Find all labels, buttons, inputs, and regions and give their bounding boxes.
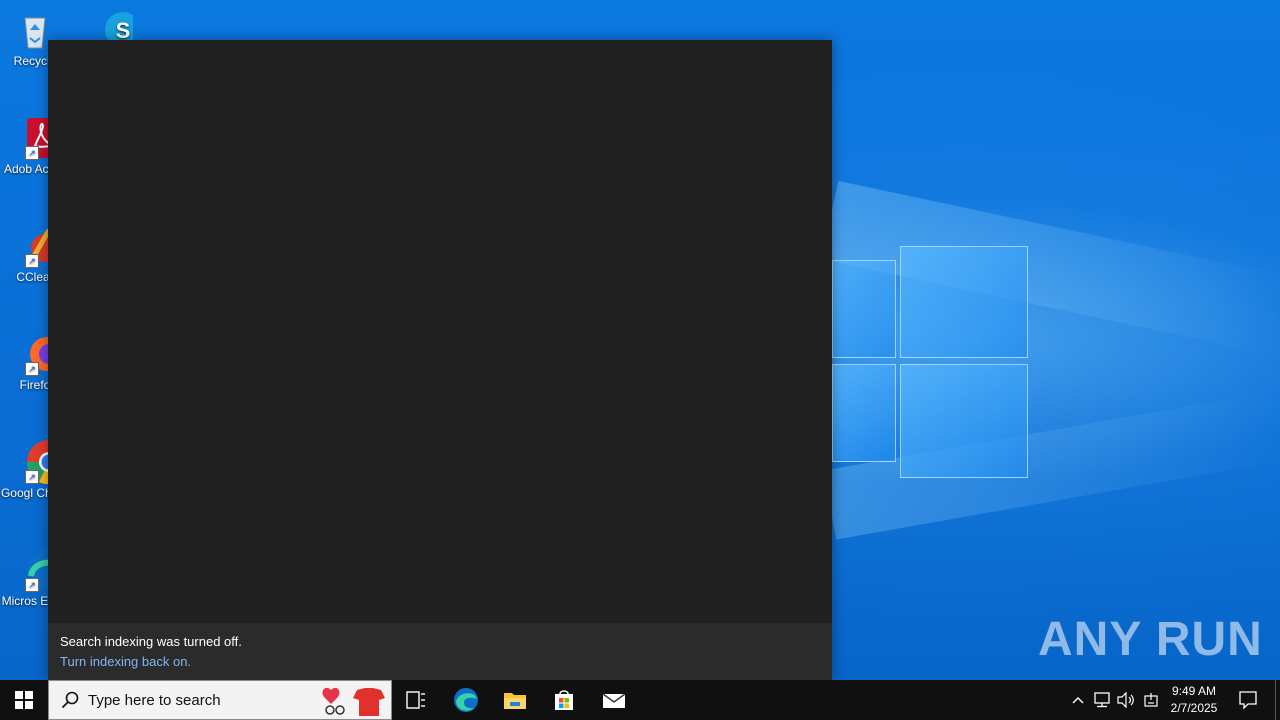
search-highlight-illustration-icon [322,687,385,716]
search-indexing-notice: Search indexing was turned off. Turn ind… [48,623,832,680]
notification-icon [1239,691,1257,709]
input-tray-button[interactable] [1139,680,1163,720]
search-flyout-panel: Search indexing was turned off. Turn ind… [48,40,832,680]
anyrun-watermark: ANY RUN [1038,613,1263,666]
windows-wallpaper-logo [832,242,1032,482]
network-icon [1094,692,1110,708]
taskbar: Type here to search 9:49 AM 2/7/2025 [0,680,1280,720]
start-button[interactable] [0,680,48,720]
shortcut-arrow-icon: ↗ [25,254,39,268]
show-desktop-button[interactable] [1275,680,1276,720]
shortcut-arrow-icon: ↗ [25,146,39,160]
volume-icon [1117,692,1134,708]
clock-date: 2/7/2025 [1170,701,1218,715]
shortcut-arrow-icon: ↗ [25,362,39,376]
search-placeholder: Type here to search [88,692,221,709]
taskbar-mail-button[interactable] [590,680,638,720]
shortcut-arrow-icon: ↗ [25,470,39,484]
show-hidden-icons-button[interactable] [1066,680,1090,720]
store-icon [555,690,573,710]
taskbar-clock[interactable]: 9:49 AM 2/7/2025 [1163,683,1225,717]
edge-icon [454,688,478,712]
network-tray-button[interactable] [1090,680,1114,720]
turn-indexing-on-link[interactable]: Turn indexing back on. [60,654,191,669]
clock-time: 9:49 AM [1171,684,1217,698]
file-explorer-icon [504,693,526,709]
taskbar-file-explorer-button[interactable] [491,680,539,720]
input-icon [1144,693,1158,707]
action-center-button[interactable] [1234,680,1262,720]
indexing-off-message: Search indexing was turned off. [60,634,242,649]
taskbar-search-box[interactable]: Type here to search [48,680,392,720]
task-view-button[interactable] [392,680,440,720]
search-icon [61,691,79,709]
chevron-up-icon [1072,697,1084,704]
task-view-icon [406,691,425,709]
mail-icon [602,693,626,708]
windows-start-icon [15,691,33,709]
volume-tray-button[interactable] [1114,680,1138,720]
shortcut-arrow-icon: ↗ [25,578,39,592]
taskbar-store-button[interactable] [540,680,588,720]
taskbar-edge-button[interactable] [442,680,490,720]
